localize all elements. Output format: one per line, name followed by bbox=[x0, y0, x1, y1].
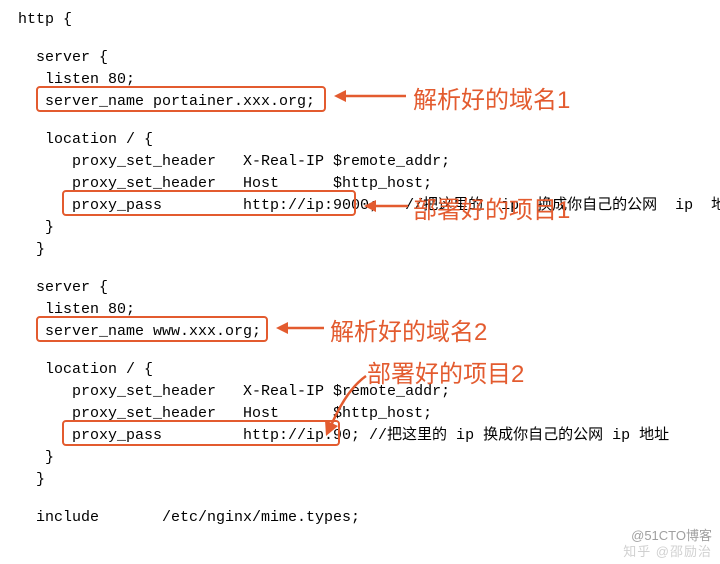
code-line: include /etc/nginx/mime.types; bbox=[18, 508, 360, 528]
highlight-server-name-1 bbox=[36, 86, 326, 112]
arrow-icon bbox=[272, 318, 328, 338]
code-line: server { bbox=[18, 48, 108, 68]
annotation-domain-1: 解析好的域名1 bbox=[413, 80, 570, 115]
code-line: location / { bbox=[18, 130, 153, 150]
code-line: } bbox=[18, 470, 45, 490]
annotation-domain-2: 解析好的域名2 bbox=[330, 312, 487, 347]
arrow-icon bbox=[330, 86, 410, 106]
annotation-project-1: 部署好的项目1 bbox=[413, 190, 570, 225]
annotation-project-2: 部署好的项目2 bbox=[367, 354, 524, 389]
highlight-proxy-pass-1 bbox=[62, 190, 356, 216]
code-line: proxy_set_header X-Real-IP $remote_addr; bbox=[18, 152, 450, 172]
code-line: location / { bbox=[18, 360, 153, 380]
code-line: http { bbox=[18, 10, 72, 30]
code-line: } bbox=[18, 218, 54, 238]
code-line: } bbox=[18, 240, 45, 260]
code-line: } bbox=[18, 448, 54, 468]
highlight-server-name-2 bbox=[36, 316, 268, 342]
watermark-51cto: @51CTO博客 bbox=[631, 525, 712, 544]
arrow-icon bbox=[318, 370, 378, 440]
arrow-icon bbox=[360, 196, 412, 216]
code-line: server { bbox=[18, 278, 108, 298]
screenshot-canvas: http { server { listen 80; server_name p… bbox=[0, 0, 720, 564]
highlight-proxy-pass-2 bbox=[62, 420, 340, 446]
